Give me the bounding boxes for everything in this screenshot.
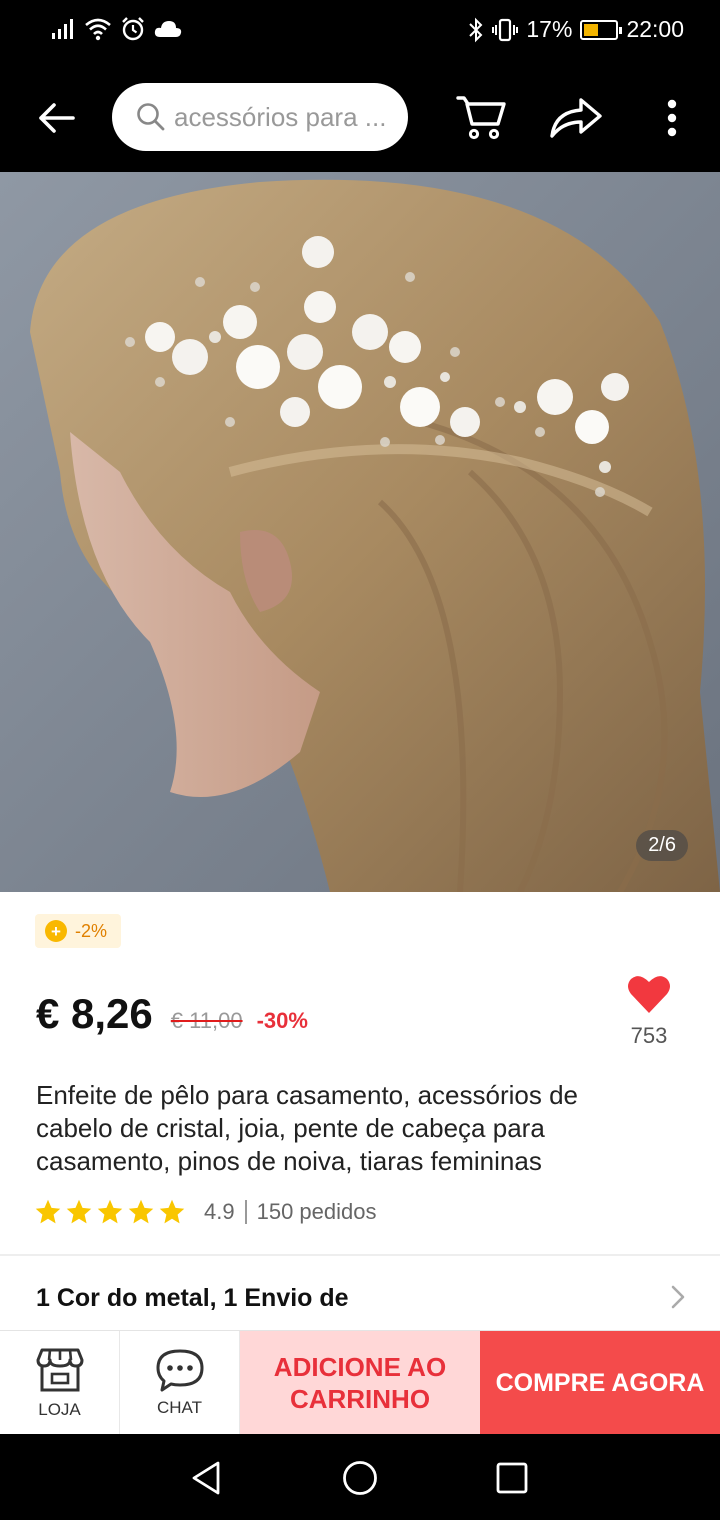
store-icon [36,1348,83,1391]
triangle-back-icon [192,1461,220,1495]
section-divider [0,1254,720,1256]
rating-row[interactable]: 4.9 150 pedidos [34,1198,376,1226]
wishlist-button[interactable]: 753 [624,974,674,1049]
store-button[interactable]: LOJA [0,1331,120,1434]
nav-back-button[interactable] [184,1456,228,1500]
add-to-cart-line2: CARRINHO [289,1384,431,1414]
star-icon [128,1199,154,1224]
coin-discount-badge: + -2% [35,914,122,948]
sku-selector[interactable]: 1 Cor do metal, 1 Envio de [0,1262,720,1330]
status-bar: 17% 22:00 [0,0,720,62]
square-recents-icon [496,1462,528,1494]
share-button[interactable] [546,88,606,148]
orders-count: 150 pedidos [256,1199,377,1224]
top-app-bar: acessórios para ... [0,62,720,172]
status-right: 17% 22:00 [468,16,684,43]
cart-icon [456,96,506,140]
heart-icon [628,976,670,1013]
bottom-action-bar: LOJA CHAT ADICIONE AO CARRINHO COMPRE AG… [0,1330,720,1435]
coin-discount-text: -2% [75,920,108,941]
price-row: € 8,26 € 11,00 -30% [36,990,308,1038]
search-placeholder: acessórios para ... [174,101,387,132]
nav-recents-button[interactable] [490,1456,534,1500]
buy-now-button[interactable]: COMPRE AGORA [480,1331,720,1435]
buy-now-label: COMPRE AGORA [495,1368,705,1397]
wifi-icon [85,18,111,41]
star-rating [34,1198,186,1226]
share-icon [550,98,602,138]
chat-label: CHAT [156,1397,202,1417]
current-price: € 8,26 [36,990,153,1037]
clock: 22:00 [626,16,684,42]
wishlist-count: 753 [630,1023,668,1048]
circle-home-icon [343,1461,377,1495]
bluetooth-icon [469,17,483,42]
original-price: € 11,00 [170,1008,243,1033]
add-to-cart-label: ADICIONE AO CARRINHO [274,1351,446,1415]
product-image-gallery[interactable]: 2/6 [0,172,720,892]
back-button[interactable] [26,88,86,148]
cloud-icon [154,21,182,37]
discount-percent: -30% [256,1008,308,1033]
search-icon [137,103,165,131]
star-icon [66,1199,92,1224]
add-to-cart-line1: ADICIONE AO [273,1352,447,1382]
store-label: LOJA [38,1399,81,1419]
star-icon [159,1199,185,1224]
star-icon [35,1199,61,1224]
product-photo [0,172,720,892]
add-to-cart-button[interactable]: ADICIONE AO CARRINHO [240,1331,480,1435]
system-navigation-bar [0,1434,720,1520]
cart-button[interactable] [452,88,512,148]
product-title: Enfeite de pêlo para casamento, acessóri… [36,1080,579,1176]
signal-icon [52,19,73,39]
search-input[interactable]: acessórios para ... [112,83,408,151]
nav-home-button[interactable] [338,1456,382,1500]
rating-separator [244,1200,247,1224]
arrow-left-icon [39,103,75,133]
alarm-icon [122,17,144,41]
more-options-button[interactable] [642,88,702,148]
chat-button[interactable]: CHAT [120,1331,240,1434]
chat-icon [156,1349,203,1391]
vibrate-icon [492,18,519,41]
battery-percent: 17% [526,16,573,42]
chevron-right-icon [671,1285,685,1309]
rating-value: 4.9 [204,1199,235,1224]
status-left-icons [50,16,182,42]
more-vertical-icon [667,99,677,137]
coin-icon: + [45,920,67,942]
image-counter: 2/6 [636,830,688,861]
star-icon [97,1199,123,1224]
battery-icon [580,19,623,40]
sku-summary: 1 Cor do metal, 1 Envio de [36,1284,349,1312]
